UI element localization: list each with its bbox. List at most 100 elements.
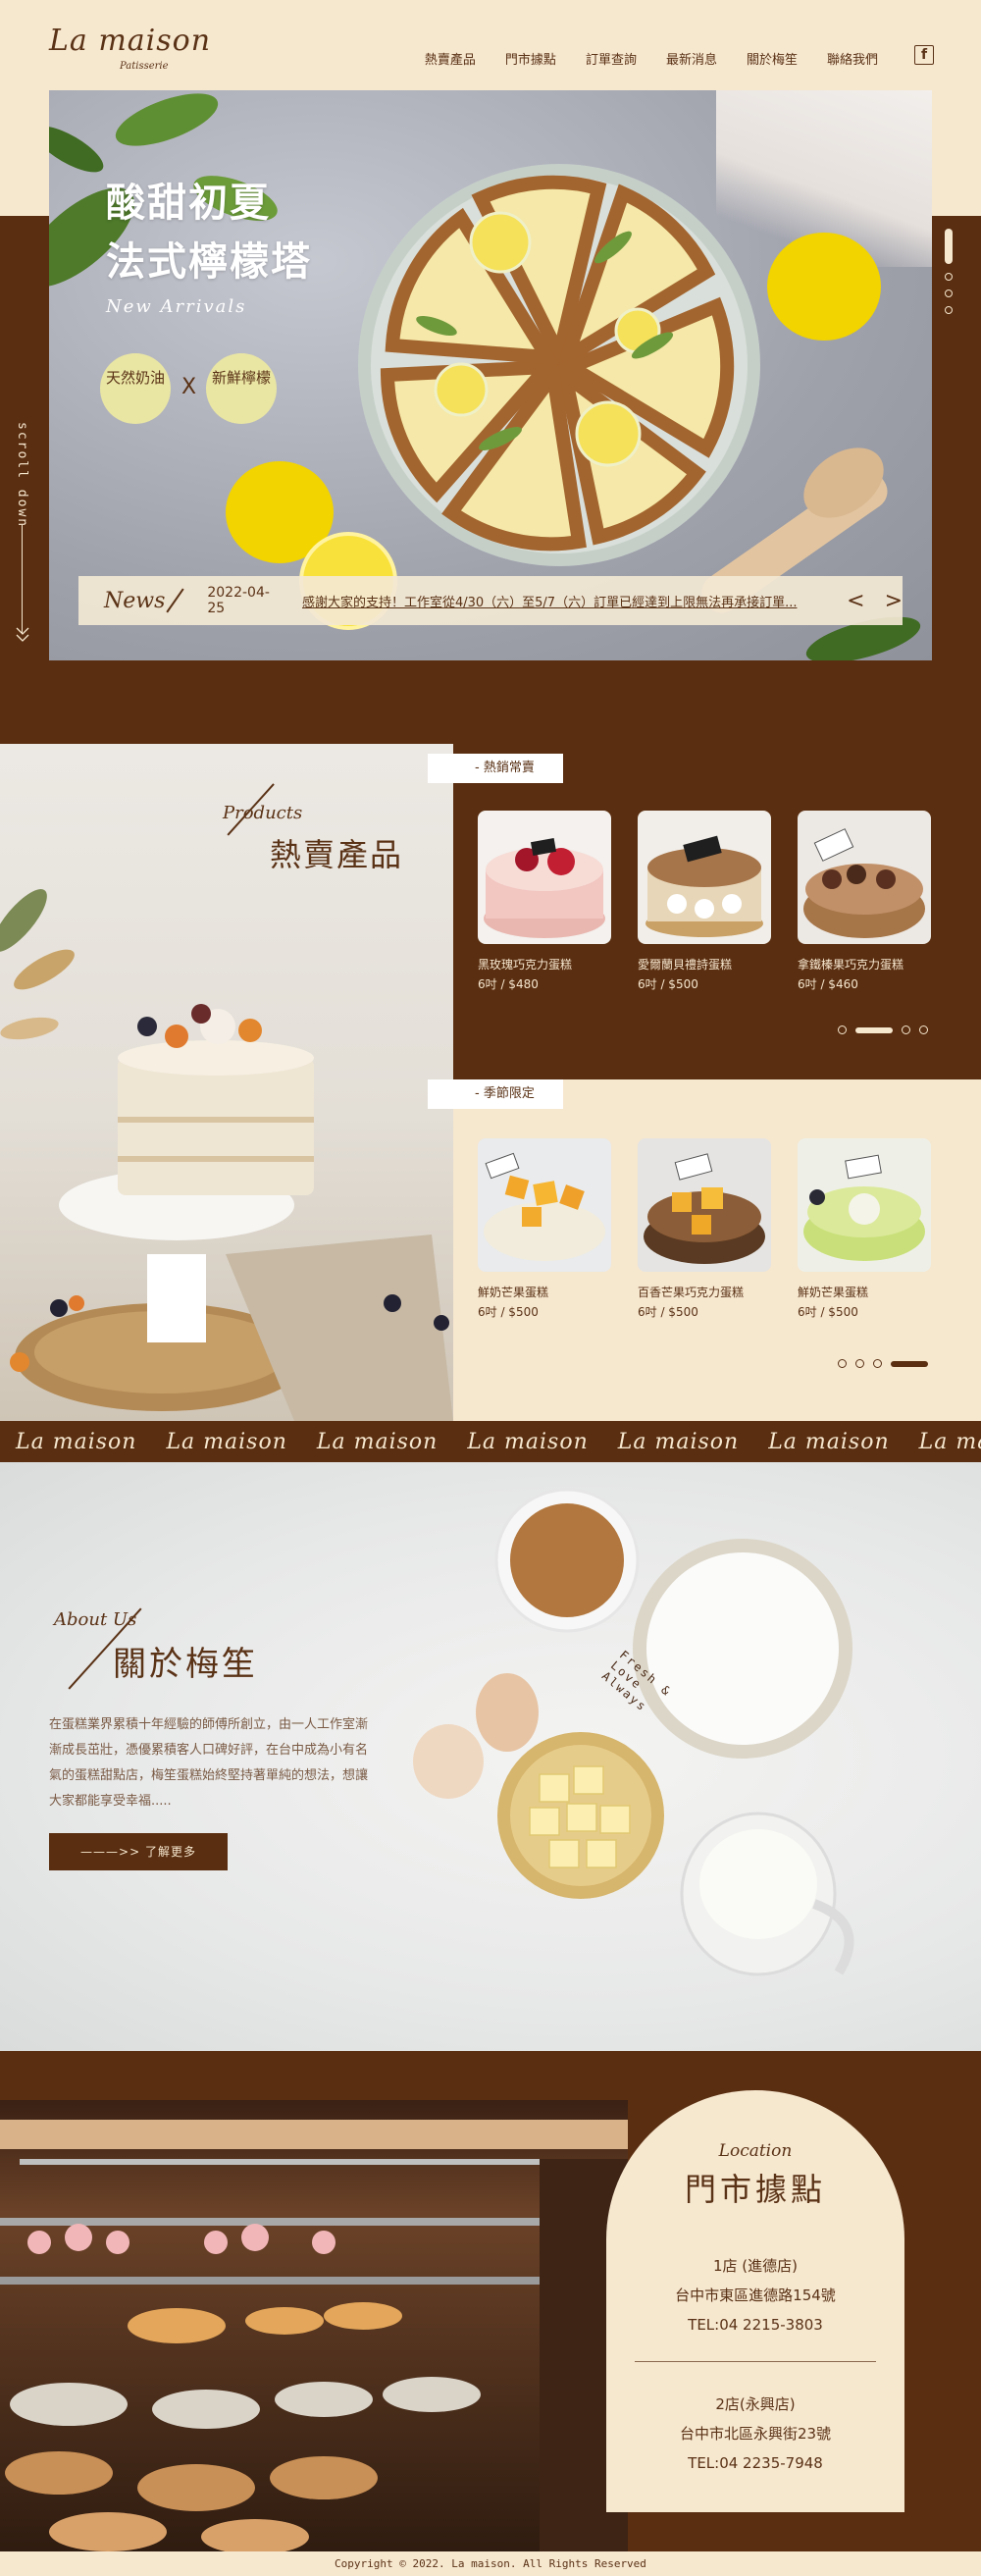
hero-script-text: New Arrivals bbox=[106, 296, 247, 317]
product-image[interactable] bbox=[798, 811, 931, 944]
hero-banner: 酸甜初夏 法式檸檬塔 New Arrivals 天然奶油 X 新鮮檸檬 News… bbox=[49, 90, 932, 660]
store-address[interactable]: 台中市東區進德路154號 bbox=[606, 2281, 904, 2310]
passionfruit-mango-cake-image bbox=[644, 1153, 765, 1264]
bestsellers-tag: - 熱銷常賣 bbox=[428, 754, 563, 783]
about-description: 在蛋糕業界累積十年經驗的師傅所創立，由一人工作室漸漸成長茁壯，憑優累積客人口碑好… bbox=[49, 1717, 369, 1809]
product-price: 6吋 / $480 bbox=[478, 977, 539, 991]
slider-dot[interactable] bbox=[838, 1359, 847, 1368]
baking-ingredients-illustration bbox=[413, 1488, 854, 1976]
hero-slide-dot[interactable] bbox=[945, 273, 953, 281]
seasonal-slider-dots bbox=[838, 1359, 928, 1368]
news-bar: News 2022-04-25 感謝大家的支持！工作室從4/30（六）至5/7（… bbox=[78, 576, 903, 625]
product-name: 愛爾蘭貝禮詩蛋糕 bbox=[638, 958, 733, 972]
nav-item-about[interactable]: 關於梅笙 bbox=[747, 49, 798, 68]
black-rose-cake-image bbox=[484, 838, 605, 938]
latte-hazelnut-cake-image bbox=[803, 828, 925, 938]
slider-dot[interactable] bbox=[919, 1025, 928, 1034]
product-price: 6吋 / $500 bbox=[798, 1305, 858, 1319]
melon-milk-cake-image bbox=[803, 1154, 925, 1261]
about-section: About Us 關於梅笙 在蛋糕業界累積十年經驗的師傅所創立，由一人工作室漸漸… bbox=[0, 1462, 981, 2051]
store-phone[interactable]: TEL:04 2235-7948 bbox=[606, 2448, 904, 2478]
store-address[interactable]: 台中市北區永興街23號 bbox=[606, 2419, 904, 2448]
slider-dot-active[interactable] bbox=[891, 1360, 928, 1367]
nav-item-contact[interactable]: 聯絡我們 bbox=[827, 49, 878, 68]
bakery-display-case-photo bbox=[0, 2100, 628, 2551]
nav-item-products[interactable]: 熱賣產品 bbox=[425, 49, 476, 68]
marquee-text: La maison bbox=[617, 1429, 740, 1454]
store-name: 1店 (進德店) bbox=[712, 2257, 799, 2275]
products-section: Products 熱賣產品 - 熱銷常賣 黑玫瑰巧克力蛋糕 6吋 / $480 bbox=[0, 744, 981, 1421]
product-name: 拿鐵榛果巧克力蛋糕 bbox=[798, 958, 904, 972]
marquee-text: La maison bbox=[768, 1429, 890, 1454]
product-card[interactable]: 百香芒果巧克力蛋糕 6吋 / $500 bbox=[638, 1138, 771, 1321]
logo-sub-text: Patisserie bbox=[120, 61, 169, 72]
product-name: 黑玫瑰巧克力蛋糕 bbox=[478, 958, 573, 972]
scroll-down-label: scroll down bbox=[15, 422, 29, 529]
location-card: Location 門市據點 1店 (進德店) 台中市東區進德路154號 TEL:… bbox=[606, 2090, 904, 2512]
product-name: 鮮奶芒果蛋糕 bbox=[478, 1286, 549, 1299]
about-title: 關於梅笙 bbox=[113, 1645, 258, 1684]
nav-item-stores[interactable]: 門市據點 bbox=[505, 49, 556, 68]
product-card[interactable]: 拿鐵榛果巧克力蛋糕 6吋 / $460 bbox=[798, 811, 931, 993]
seasonal-tag: - 季節限定 bbox=[428, 1079, 563, 1109]
product-name: 鮮奶芒果蛋糕 bbox=[798, 1286, 869, 1299]
facebook-icon[interactable]: f bbox=[914, 45, 934, 65]
news-label: News bbox=[104, 588, 166, 613]
store-name: 2店(永興店) bbox=[715, 2395, 796, 2413]
display-case-illustration bbox=[0, 2120, 628, 2551]
store-info: 1店 (進德店) 台中市東區進德路154號 TEL:04 2215-3803 bbox=[606, 2251, 904, 2339]
brand-logo[interactable]: La maison Patisserie bbox=[49, 24, 212, 72]
nav-item-news[interactable]: 最新消息 bbox=[666, 49, 717, 68]
hero-slide-dot[interactable] bbox=[945, 306, 953, 314]
hero-title-line1: 酸甜初夏 bbox=[106, 181, 271, 226]
slider-dot[interactable] bbox=[873, 1359, 882, 1368]
product-image[interactable] bbox=[478, 811, 611, 944]
product-card[interactable]: 鮮奶芒果蛋糕 6吋 / $500 bbox=[478, 1138, 611, 1321]
marquee-text: La maison bbox=[16, 1429, 137, 1454]
product-image[interactable] bbox=[638, 1138, 771, 1272]
product-image[interactable] bbox=[638, 811, 771, 944]
bestsellers-slider-dots bbox=[838, 1025, 928, 1034]
slider-dot[interactable] bbox=[838, 1025, 847, 1034]
hero-slide-indicators bbox=[945, 229, 953, 314]
hero-title-line2: 法式檸檬塔 bbox=[106, 239, 312, 285]
news-next-arrow-icon[interactable]: > bbox=[885, 589, 903, 613]
logo-main-text: La maison bbox=[49, 24, 212, 58]
natural-butter-badge: 天然奶油 bbox=[100, 353, 171, 424]
nav-item-orders[interactable]: 訂單查詢 bbox=[586, 49, 637, 68]
product-price: 6吋 / $460 bbox=[798, 977, 858, 991]
slider-dot-active[interactable] bbox=[855, 1026, 893, 1033]
product-price: 6吋 / $500 bbox=[478, 1305, 539, 1319]
marquee-text: La maison bbox=[316, 1429, 439, 1454]
slider-dot[interactable] bbox=[855, 1359, 864, 1368]
bestsellers-panel: - 熱銷常賣 黑玫瑰巧克力蛋糕 6吋 / $480 愛爾蘭貝禮詩蛋糕 6吋 / … bbox=[428, 744, 981, 1079]
marquee-text: La maison bbox=[166, 1429, 287, 1454]
scroll-chevron-icon bbox=[16, 627, 29, 642]
product-image[interactable] bbox=[798, 1138, 931, 1272]
store-info: 2店(永興店) 台中市北區永興街23號 TEL:04 2235-7948 bbox=[606, 2390, 904, 2478]
hero-slide-dot[interactable] bbox=[945, 289, 953, 297]
hero-slide-dot-active[interactable] bbox=[945, 229, 953, 264]
hero-title: 酸甜初夏 法式檸檬塔 bbox=[106, 174, 312, 291]
mango-milk-cake-image bbox=[484, 1152, 605, 1261]
product-card[interactable]: 鮮奶芒果蛋糕 6吋 / $500 bbox=[798, 1138, 931, 1321]
brand-marquee: La maison La maison La maison La maison … bbox=[0, 1421, 981, 1462]
scroll-down-line bbox=[22, 525, 23, 633]
site-header: La maison Patisserie 熱賣產品 門市據點 訂單查詢 最新消息… bbox=[0, 0, 981, 90]
store-phone[interactable]: TEL:04 2215-3803 bbox=[606, 2310, 904, 2339]
product-card[interactable]: 黑玫瑰巧克力蛋糕 6吋 / $480 bbox=[478, 811, 611, 993]
product-price: 6吋 / $500 bbox=[638, 1305, 698, 1319]
badge-separator: X bbox=[181, 375, 197, 399]
main-nav: 熱賣產品 門市據點 訂單查詢 最新消息 關於梅笙 聯絡我們 bbox=[425, 49, 878, 68]
store-divider bbox=[635, 2361, 876, 2362]
product-image[interactable] bbox=[478, 1138, 611, 1272]
slider-dot[interactable] bbox=[902, 1025, 910, 1034]
news-date: 2022-04-25 bbox=[207, 585, 270, 616]
product-card[interactable]: 愛爾蘭貝禮詩蛋糕 6吋 / $500 bbox=[638, 811, 771, 993]
product-name: 百香芒果巧克力蛋糕 bbox=[638, 1286, 745, 1299]
news-slash-divider bbox=[166, 588, 185, 613]
learn-more-button[interactable]: ———>> 了解更多 bbox=[49, 1833, 228, 1870]
news-prev-arrow-icon[interactable]: < bbox=[847, 589, 864, 613]
news-headline-link[interactable]: 感謝大家的支持！工作室從4/30（六）至5/7（六）訂單已經達到上限無法再承接訂… bbox=[302, 592, 823, 610]
marquee-text: La maison bbox=[467, 1429, 589, 1454]
